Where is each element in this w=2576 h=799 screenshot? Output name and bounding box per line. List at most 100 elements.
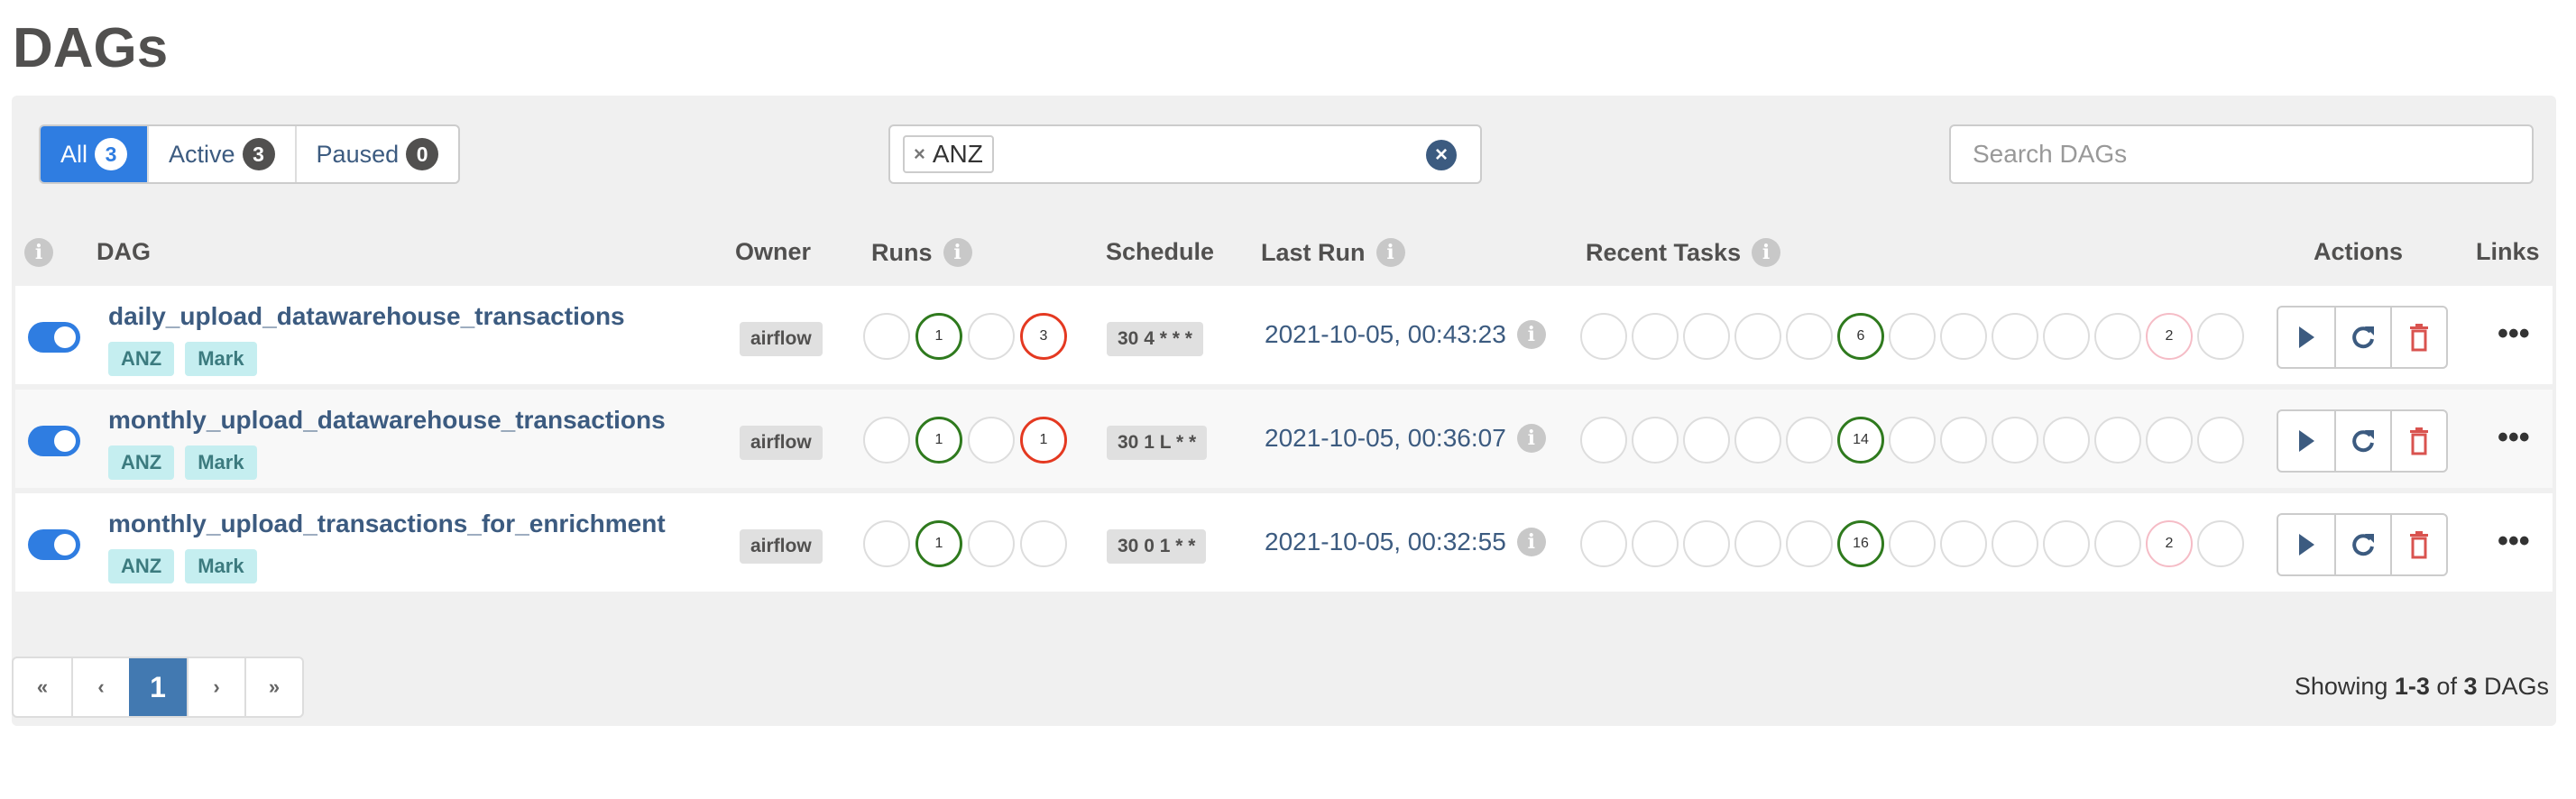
task-circle[interactable] [2043, 417, 2090, 464]
info-icon[interactable]: i [1516, 528, 1546, 556]
delete-dag-button[interactable] [2390, 411, 2446, 471]
task-circle[interactable] [2094, 313, 2141, 360]
task-circle[interactable] [2043, 520, 2090, 567]
search-dags-input[interactable] [1949, 124, 2534, 184]
run-circle[interactable] [863, 313, 910, 360]
trigger-dag-button[interactable] [2278, 411, 2334, 471]
task-circle[interactable] [1786, 313, 1833, 360]
tag-badge[interactable]: ANZ [108, 342, 175, 376]
tag-badge[interactable]: Mark [185, 445, 257, 480]
tag-filter-input[interactable]: × ANZ × [888, 124, 1482, 184]
task-circle[interactable] [1992, 417, 2038, 464]
task-circle[interactable] [2197, 520, 2244, 567]
task-circle[interactable]: 16 [1837, 520, 1884, 567]
page-prev[interactable]: ‹ [71, 658, 129, 716]
run-circle[interactable] [968, 520, 1015, 567]
task-circle[interactable] [1580, 417, 1627, 464]
links-menu-icon[interactable]: ••• [2498, 420, 2530, 455]
run-circle[interactable]: 3 [1020, 313, 1067, 360]
clear-tags-icon[interactable]: × [1426, 140, 1457, 170]
owner-badge[interactable]: airflow [740, 529, 823, 564]
tag-badge[interactable]: ANZ [108, 445, 175, 480]
run-circle[interactable]: 1 [915, 520, 962, 567]
info-icon[interactable]: i [1752, 238, 1781, 267]
header-owner[interactable]: Owner [735, 238, 811, 266]
filter-active[interactable]: Active 3 [147, 126, 295, 182]
run-circle[interactable]: 1 [1020, 417, 1067, 464]
owner-badge[interactable]: airflow [740, 426, 823, 460]
task-circle[interactable] [1632, 520, 1679, 567]
task-circle[interactable] [1940, 313, 1987, 360]
remove-tag-icon[interactable]: × [914, 142, 925, 166]
page-next[interactable]: › [187, 658, 244, 716]
tag-badge[interactable]: Mark [185, 342, 257, 376]
info-icon[interactable]: i [24, 238, 53, 267]
header-dag[interactable]: DAG [97, 238, 151, 266]
task-circle[interactable] [1889, 417, 1936, 464]
last-run-link[interactable]: 2021-10-05, 00:32:55 [1265, 528, 1506, 556]
task-circle[interactable]: 6 [1837, 313, 1884, 360]
dag-link[interactable]: daily_upload_datawarehouse_transactions [108, 302, 625, 331]
delete-dag-button[interactable] [2390, 515, 2446, 574]
task-circle[interactable] [1992, 520, 2038, 567]
filter-all[interactable]: All 3 [41, 126, 148, 182]
tag-badge[interactable]: ANZ [108, 549, 175, 583]
task-circle[interactable] [1632, 417, 1679, 464]
run-circle[interactable] [968, 417, 1015, 464]
links-menu-icon[interactable]: ••• [2498, 524, 2530, 559]
task-circle[interactable]: 2 [2146, 520, 2193, 567]
run-circle[interactable] [863, 417, 910, 464]
task-circle[interactable] [1734, 520, 1781, 567]
task-circle[interactable] [1734, 313, 1781, 360]
pause-toggle[interactable] [28, 529, 80, 560]
task-circle[interactable] [1683, 520, 1730, 567]
run-circle[interactable] [863, 520, 910, 567]
task-circle[interactable] [1940, 520, 1987, 567]
info-icon[interactable]: i [1516, 424, 1546, 453]
info-icon[interactable]: i [1375, 238, 1405, 267]
task-circle[interactable] [1786, 520, 1833, 567]
pause-toggle[interactable] [28, 426, 80, 456]
task-circle[interactable]: 14 [1837, 417, 1884, 464]
task-circle[interactable] [1940, 417, 1987, 464]
filter-paused[interactable]: Paused 0 [294, 126, 459, 182]
task-circle[interactable] [1632, 313, 1679, 360]
page-last[interactable]: » [244, 658, 302, 716]
task-circle[interactable] [2197, 313, 2244, 360]
info-icon[interactable]: i [943, 238, 972, 267]
tag-badge[interactable]: Mark [185, 549, 257, 583]
run-circle[interactable]: 1 [915, 417, 962, 464]
task-circle[interactable] [2197, 417, 2244, 464]
page-current[interactable]: 1 [129, 658, 187, 716]
page-first[interactable]: « [14, 658, 71, 716]
info-icon[interactable]: i [1516, 320, 1546, 349]
last-run-link[interactable]: 2021-10-05, 00:43:23 [1265, 320, 1506, 349]
refresh-dag-button[interactable] [2334, 515, 2390, 574]
task-circle[interactable]: 2 [2146, 313, 2193, 360]
dag-link[interactable]: monthly_upload_datawarehouse_transaction… [108, 406, 666, 435]
run-circle[interactable] [1020, 520, 1067, 567]
task-circle[interactable] [2146, 417, 2193, 464]
task-circle[interactable] [1580, 313, 1627, 360]
owner-badge[interactable]: airflow [740, 322, 823, 356]
task-circle[interactable] [1786, 417, 1833, 464]
refresh-dag-button[interactable] [2334, 411, 2390, 471]
task-circle[interactable] [2094, 417, 2141, 464]
run-circle[interactable]: 1 [915, 313, 962, 360]
task-circle[interactable] [2094, 520, 2141, 567]
links-menu-icon[interactable]: ••• [2498, 317, 2530, 352]
trigger-dag-button[interactable] [2278, 515, 2334, 574]
task-circle[interactable] [1683, 417, 1730, 464]
task-circle[interactable] [1683, 313, 1730, 360]
refresh-dag-button[interactable] [2334, 308, 2390, 367]
pause-toggle[interactable] [28, 322, 80, 353]
trigger-dag-button[interactable] [2278, 308, 2334, 367]
task-circle[interactable] [1992, 313, 2038, 360]
task-circle[interactable] [1734, 417, 1781, 464]
task-circle[interactable] [1889, 520, 1936, 567]
delete-dag-button[interactable] [2390, 308, 2446, 367]
last-run-link[interactable]: 2021-10-05, 00:36:07 [1265, 424, 1506, 453]
dag-link[interactable]: monthly_upload_transactions_for_enrichme… [108, 510, 666, 538]
task-circle[interactable] [1889, 313, 1936, 360]
task-circle[interactable] [1580, 520, 1627, 567]
